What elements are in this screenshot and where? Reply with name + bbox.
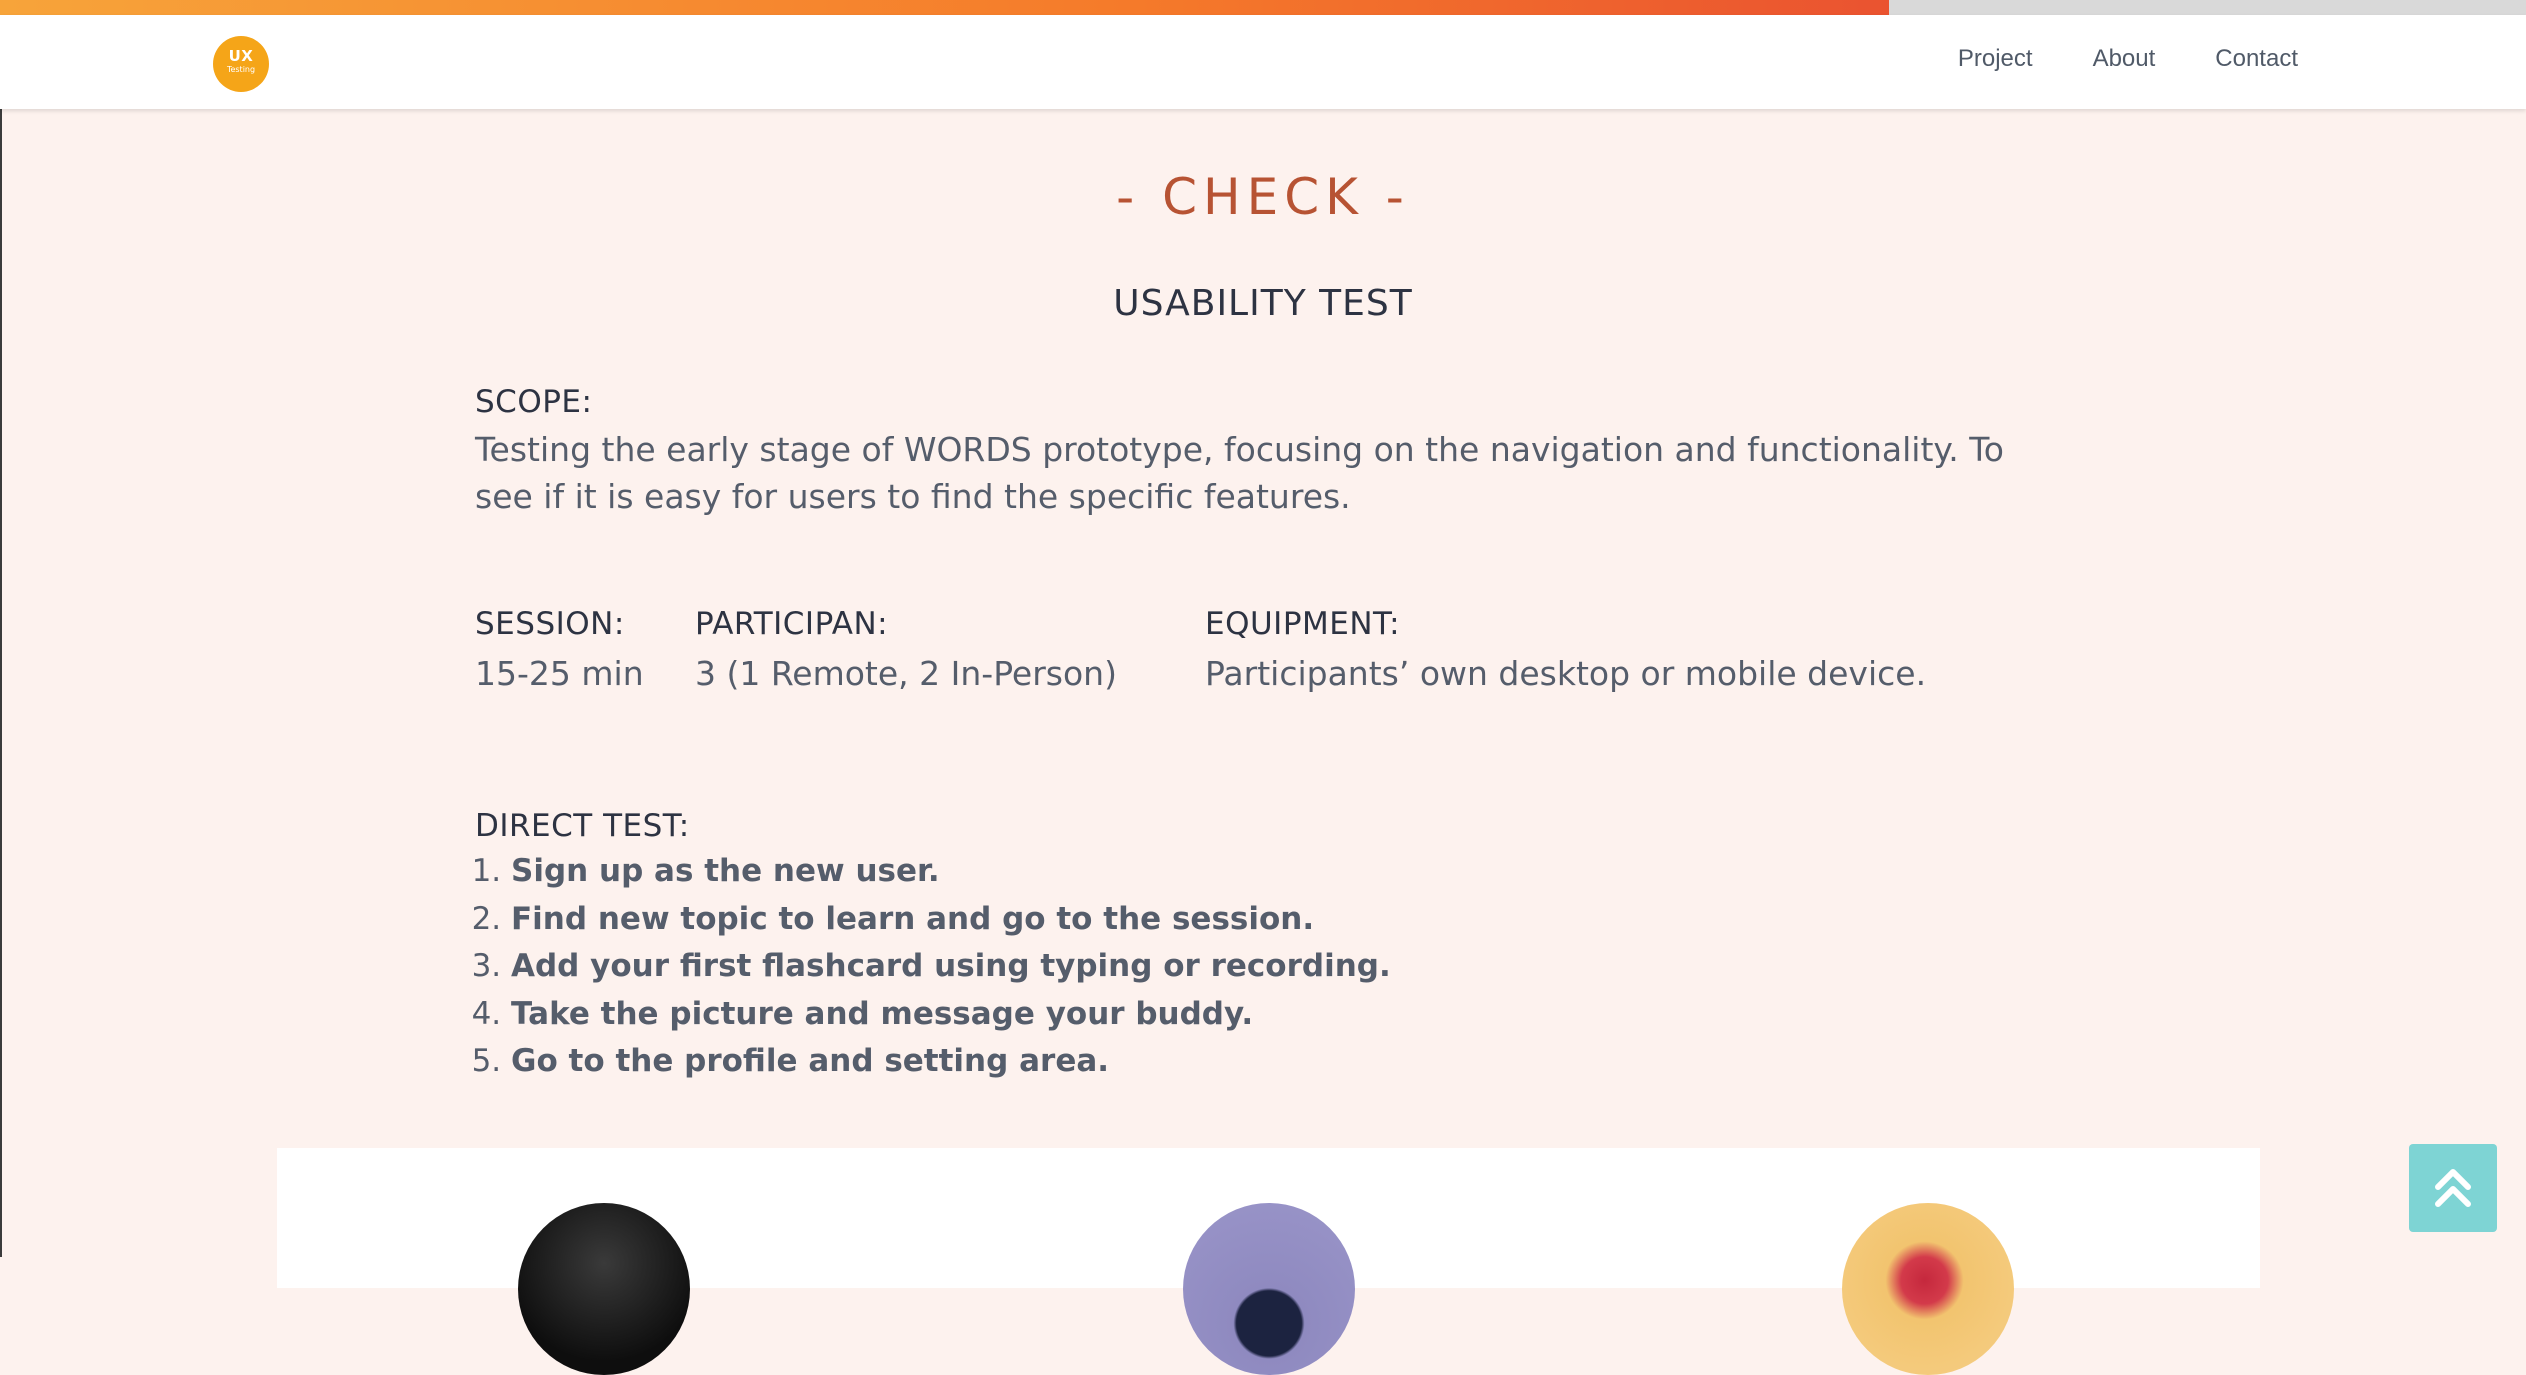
direct-test-section: DIRECT TEST: Sign up as the new user. Fi… — [475, 808, 1391, 1086]
logo-subtext: Testing — [226, 65, 256, 74]
participant-avatar — [1842, 1203, 2014, 1375]
session-value: 15-25 min — [475, 654, 644, 693]
scroll-to-top-button[interactable] — [2409, 1144, 2497, 1232]
reading-progress-bar — [0, 0, 2526, 15]
logo-text: UX — [228, 47, 254, 65]
participants-label: PARTICIPAN: — [695, 606, 889, 642]
equipment-block: EQUIPMENT: Participants’ own desktop or … — [1205, 606, 1926, 697]
participant-avatar — [1183, 1203, 1355, 1375]
participant-cards — [277, 1148, 2260, 1375]
test-step: Take the picture and message your buddy. — [511, 991, 1391, 1039]
main-nav: Project About Contact — [1958, 45, 2298, 73]
equipment-label: EQUIPMENT: — [1205, 606, 1401, 642]
scope-label: SCOPE: — [475, 384, 593, 420]
reading-progress-fill — [0, 0, 1890, 15]
direct-test-label: DIRECT TEST: — [475, 808, 690, 844]
double-chevron-up-icon — [2435, 1169, 2471, 1207]
participant-avatar — [518, 1203, 690, 1375]
participants-value: 3 (1 Remote, 2 In-Person) — [695, 654, 1117, 693]
section-title: - CHECK - — [1116, 168, 1410, 226]
equipment-value: Participants’ own desktop or mobile devi… — [1205, 654, 1927, 693]
participants-block: PARTICIPAN: 3 (1 Remote, 2 In-Person) — [695, 606, 1117, 697]
test-step: Add your first flashcard using typing or… — [511, 943, 1391, 991]
page-subtitle: USABILITY TEST — [1113, 283, 1413, 324]
session-label: SESSION: — [475, 606, 625, 642]
session-block: SESSION: 15-25 min — [475, 606, 644, 697]
test-step: Find new topic to learn and go to the se… — [511, 896, 1391, 944]
scope-section: SCOPE: Testing the early stage of WORDS … — [475, 384, 2055, 520]
nav-link-project[interactable]: Project — [1958, 45, 2033, 73]
nav-link-contact[interactable]: Contact — [2215, 45, 2298, 73]
site-logo[interactable]: UX Testing — [213, 36, 269, 92]
test-step: Go to the profile and setting area. — [511, 1038, 1391, 1086]
top-navbar: UX Testing Project About Contact — [0, 15, 2526, 109]
test-step: Sign up as the new user. — [511, 848, 1391, 896]
direct-test-steps: Sign up as the new user. Find new topic … — [475, 848, 1391, 1086]
nav-link-about[interactable]: About — [2093, 45, 2156, 73]
scope-text: Testing the early stage of WORDS prototy… — [475, 430, 2004, 516]
